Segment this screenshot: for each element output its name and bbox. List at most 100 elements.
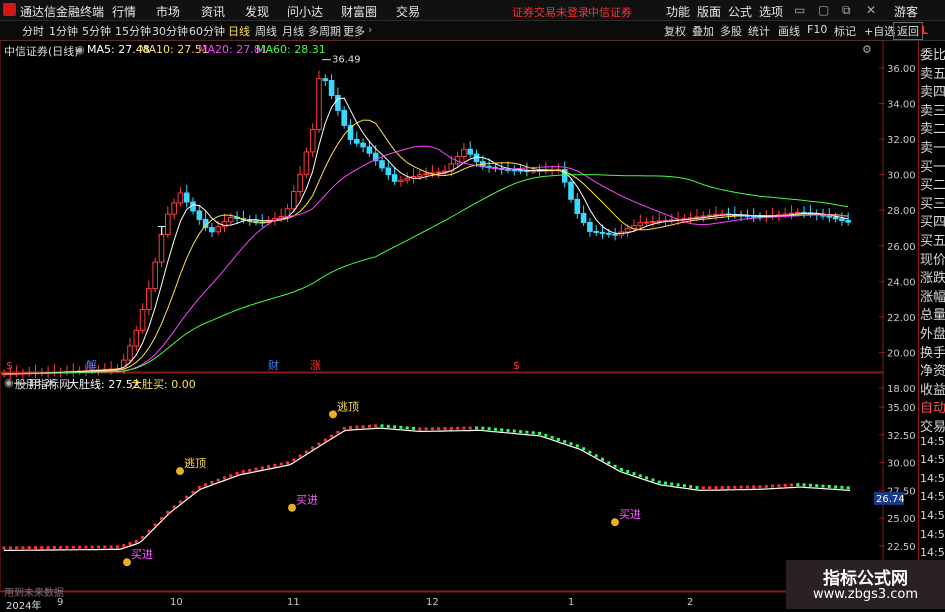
side-panel-item[interactable]: 总量	[920, 304, 945, 323]
btn-draw[interactable]: 画线	[778, 23, 800, 39]
side-panel-item[interactable]: 14:56	[920, 509, 945, 522]
candle-body	[643, 221, 650, 224]
side-panel-item[interactable]: 14:56	[920, 528, 945, 541]
btn-f10[interactable]: F10	[807, 23, 827, 36]
indicator-dot	[764, 484, 768, 488]
side-panel-item[interactable]: 卖一	[920, 137, 945, 156]
menu-market[interactable]: 行情	[112, 3, 136, 20]
menu-news[interactable]: 资讯	[201, 3, 225, 20]
side-panel-item[interactable]: 卖五	[920, 63, 945, 82]
indicator-dot	[267, 465, 271, 469]
btn-add-watch[interactable]: +自选	[864, 23, 895, 39]
indicator-dot	[538, 431, 541, 435]
candle-body	[196, 210, 203, 220]
candle-body	[656, 220, 663, 223]
indicator-dot	[21, 546, 25, 550]
restore-icon[interactable]: ▢	[818, 3, 829, 17]
menu-layout[interactable]: 版面	[697, 3, 721, 20]
period-1min[interactable]: 1分钟	[49, 23, 78, 39]
side-panel-item[interactable]: 14:56	[920, 490, 945, 503]
side-panel-item[interactable]: 涨幅	[920, 286, 945, 305]
candle-body	[379, 160, 385, 169]
minimize-icon[interactable]: ▭	[794, 3, 805, 17]
menu-wealth[interactable]: 财富圈	[341, 3, 377, 20]
indicator-dot	[519, 430, 523, 434]
period-monthly[interactable]: 月线	[282, 23, 304, 39]
menu-formula[interactable]: 公式	[728, 3, 752, 20]
indicator-dot	[128, 542, 132, 545]
menu-ask[interactable]: 问小达	[287, 3, 323, 20]
side-panel-item[interactable]: 卖二	[920, 118, 945, 137]
indicator-dot	[103, 545, 107, 549]
login-status[interactable]: 证券交易未登录	[512, 4, 589, 20]
indicator-dot	[241, 470, 245, 474]
settings-gear-icon[interactable]: ⚙	[862, 43, 872, 56]
user-label[interactable]: 游客	[894, 3, 918, 20]
indicator-dot	[695, 485, 699, 489]
watermark-url: www.zbgs3.com	[812, 587, 919, 602]
indicator-dot	[40, 546, 44, 550]
side-panel-item[interactable]: 买三	[920, 193, 945, 212]
event-marker: 涨	[310, 359, 321, 372]
side-panel-item[interactable]: 卖三	[920, 100, 945, 119]
indicator-dot	[424, 427, 428, 431]
period-multi[interactable]: 多周期	[308, 23, 341, 39]
side-panel-item[interactable]: 买二	[920, 174, 945, 193]
side-panel-item[interactable]: 现价	[920, 249, 945, 268]
menu-trade[interactable]: 交易	[396, 3, 420, 20]
btn-multi-stock[interactable]: 多股	[720, 23, 742, 39]
side-panel-item[interactable]: 收益	[920, 379, 945, 398]
period-5min[interactable]: 5分钟	[82, 23, 111, 39]
x-axis-month: 1	[568, 597, 575, 608]
side-panel-item[interactable]: 交易	[920, 416, 945, 435]
side-panel-item[interactable]: 卖四	[920, 81, 945, 100]
btn-adjust[interactable]: 复权	[664, 23, 686, 39]
more-chevron-icon[interactable]: ›	[368, 23, 372, 36]
side-panel-item[interactable]: 自动	[920, 397, 945, 416]
close-icon[interactable]: ✕	[866, 3, 876, 17]
y-tick-label: 20.00	[887, 348, 916, 359]
side-panel-item[interactable]: 买一	[920, 156, 945, 175]
period-toolbar: 分时 1分钟 5分钟 15分钟 30分钟 60分钟 日线 周线 月线 多周期 更…	[0, 21, 945, 41]
period-daily[interactable]: 日线	[228, 23, 250, 39]
tile-icon[interactable]: ⧉	[842, 3, 851, 18]
side-panel-item[interactable]: 换手	[920, 342, 945, 361]
btn-mark[interactable]: 标记	[834, 23, 856, 39]
side-panel-item[interactable]: 委比	[920, 44, 945, 63]
annotation-coin-icon	[123, 558, 131, 567]
kline-chart[interactable]: 36.00 34.00 32.00 30.00 28.00 26.00 24.00 22.00…	[0, 40, 918, 609]
indicator-dot	[632, 472, 636, 476]
period-tick[interactable]: 分时	[22, 23, 44, 39]
side-panel-item[interactable]: 14:56	[920, 546, 945, 559]
side-panel-item[interactable]: 14:56	[920, 472, 945, 485]
indicator-dot	[682, 484, 686, 488]
period-15min[interactable]: 15分钟	[115, 23, 151, 39]
indicator-toggle-icon[interactable]: ◉	[4, 376, 14, 389]
side-panel-item[interactable]: 14:56	[920, 453, 945, 466]
btn-overlay[interactable]: 叠加	[692, 23, 714, 39]
side-panel-item[interactable]: 净资	[920, 360, 945, 379]
period-60min[interactable]: 60分钟	[189, 23, 225, 39]
period-more[interactable]: 更多	[343, 23, 365, 39]
period-weekly[interactable]: 周线	[255, 23, 277, 39]
menu-discover[interactable]: 发现	[245, 3, 269, 20]
btn-stats[interactable]: 统计	[748, 23, 770, 39]
candle-body	[624, 228, 631, 233]
indicator-dot	[311, 446, 315, 450]
side-panel-item[interactable]: 14:56	[920, 435, 945, 448]
indicator-dot	[739, 485, 743, 489]
btn-back[interactable]: 返回	[893, 22, 923, 40]
menu-market2[interactable]: 市场	[156, 3, 180, 20]
annotation-coin-icon	[329, 410, 337, 419]
menu-function[interactable]: 功能	[666, 3, 690, 20]
indicator-dot	[827, 485, 831, 489]
side-panel-item[interactable]: 外盘	[920, 323, 945, 342]
menu-options[interactable]: 选项	[759, 3, 783, 20]
side-panel-item[interactable]: 买五	[920, 230, 945, 249]
legend-toggle-icon[interactable]: ◉	[75, 43, 85, 56]
candle-body	[309, 129, 316, 153]
side-panel-item[interactable]: 买四	[920, 211, 945, 230]
side-panel-item[interactable]: 涨跌	[920, 267, 945, 286]
period-30min[interactable]: 30分钟	[152, 23, 188, 39]
y-tick-label: 24.00	[887, 277, 916, 288]
